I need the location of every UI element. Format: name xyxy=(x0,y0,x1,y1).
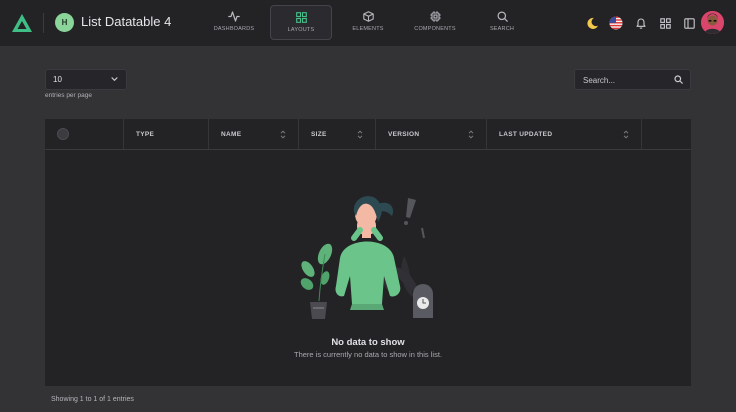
table-header: TYPE NAME SIZE VERSION LAST UPDATED xyxy=(45,119,691,150)
column-header-name[interactable]: NAME xyxy=(209,119,299,149)
cpu-icon xyxy=(429,11,441,22)
nav-elements-label: ELEMENTS xyxy=(352,26,384,32)
entries-per-page-select[interactable]: 10 xyxy=(45,69,127,90)
search-icon xyxy=(674,75,683,84)
entries-per-page-value: 10 xyxy=(53,75,62,84)
sort-icon xyxy=(468,130,474,139)
us-flag-icon xyxy=(609,16,623,30)
nav-elements[interactable]: ELEMENTS xyxy=(337,5,399,40)
entries-per-page-label: entries per page xyxy=(45,92,92,99)
moon-icon xyxy=(586,17,598,29)
select-all-column xyxy=(45,119,124,149)
box-icon xyxy=(362,11,374,22)
pagination-info: Showing 1 to 1 of 1 entries xyxy=(51,396,134,403)
app-logo-icon[interactable] xyxy=(11,13,33,33)
nav-search-label: SEARCH xyxy=(489,26,515,32)
empty-state-title: No data to show xyxy=(331,337,405,348)
sort-icon xyxy=(280,130,286,139)
activity-icon xyxy=(228,11,240,22)
nav-search[interactable]: SEARCH xyxy=(471,5,533,40)
header-divider xyxy=(43,13,44,33)
search-icon xyxy=(497,11,508,22)
empty-state-message: There is currently no data to show in th… xyxy=(294,350,442,359)
nav-layouts-label: LAYOUTS xyxy=(287,27,315,33)
select-all-checkbox[interactable] xyxy=(57,128,69,140)
column-version-label: VERSION xyxy=(388,131,420,138)
nav-dashboards[interactable]: DASHBOARDS xyxy=(203,5,265,40)
user-avatar-image xyxy=(701,11,724,34)
table-search-input[interactable] xyxy=(581,72,677,89)
column-header-size[interactable]: SIZE xyxy=(299,119,376,149)
column-last-updated-label: LAST UPDATED xyxy=(499,131,553,138)
nav-layouts[interactable]: LAYOUTS xyxy=(270,5,332,40)
nav-components-label: COMPONENTS xyxy=(414,26,456,32)
sort-icon xyxy=(357,130,363,139)
column-header-type[interactable]: TYPE xyxy=(124,119,209,149)
page-title: List Datatable 4 xyxy=(81,14,172,29)
column-header-last-updated[interactable]: LAST UPDATED xyxy=(487,119,642,149)
language-selector[interactable] xyxy=(607,14,625,32)
column-size-label: SIZE xyxy=(311,131,327,138)
top-navbar: H List Datatable 4 DASHBOARDS LAYOUTS EL… xyxy=(0,0,736,46)
user-avatar[interactable] xyxy=(701,11,724,34)
page-badge: H xyxy=(55,13,74,32)
theme-toggle[interactable] xyxy=(583,14,601,32)
nav-components[interactable]: COMPONENTS xyxy=(404,5,466,40)
nav-dashboards-label: DASHBOARDS xyxy=(213,26,255,32)
chevron-down-icon xyxy=(111,77,118,82)
apps-button[interactable] xyxy=(656,14,674,32)
bell-icon xyxy=(636,18,646,29)
column-type-label: TYPE xyxy=(136,131,155,138)
apps-icon xyxy=(659,17,671,29)
sidebar-toggle-button[interactable] xyxy=(680,14,698,32)
column-header-version[interactable]: VERSION xyxy=(376,119,487,149)
empty-state-illustration xyxy=(300,196,433,319)
notifications-button[interactable] xyxy=(632,14,650,32)
sidebar-toggle-icon xyxy=(683,17,695,29)
grid-icon xyxy=(295,12,307,23)
sort-icon xyxy=(623,130,629,139)
column-name-label: NAME xyxy=(221,131,242,138)
table-search[interactable] xyxy=(574,69,691,90)
